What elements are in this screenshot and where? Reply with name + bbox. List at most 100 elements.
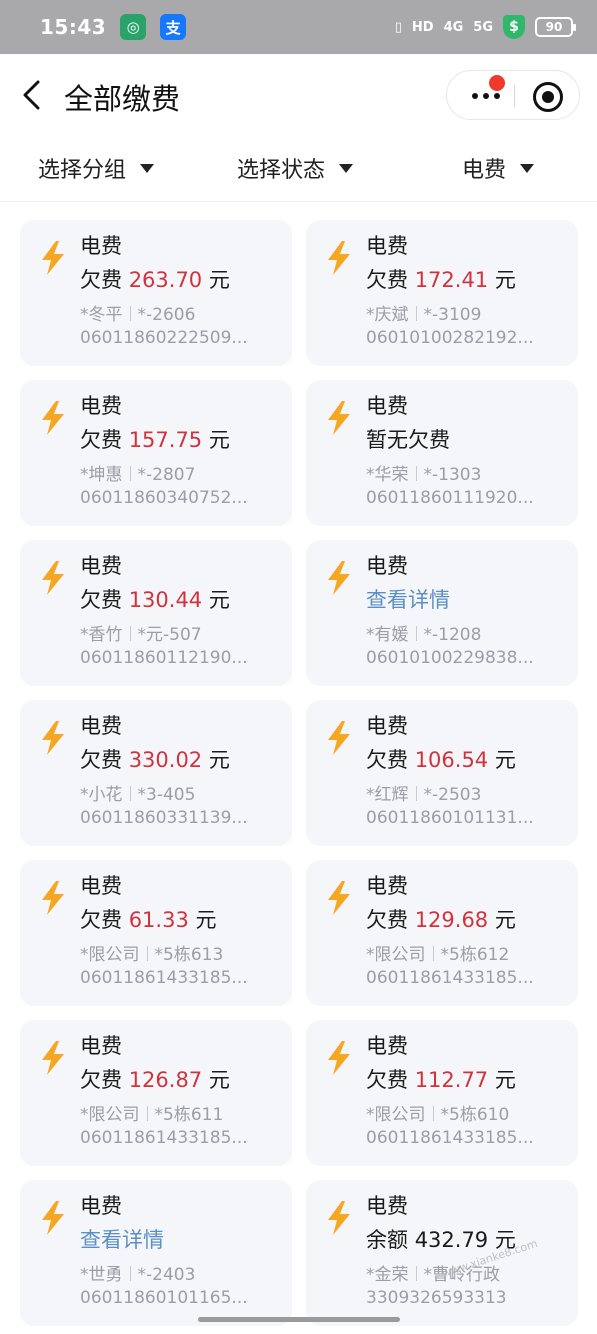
amount-unit: 元	[208, 588, 230, 612]
view-details-link[interactable]: 查看详情	[80, 1224, 164, 1254]
bill-card[interactable]: 电费 余额 432.79 元 *金荣 *曹岭行政 3309326593313	[306, 1180, 578, 1326]
bill-card[interactable]: 电费 欠费 112.77 元 *限公司 *5栋610 06011861433185...	[306, 1020, 578, 1166]
separator	[129, 786, 131, 801]
separator	[415, 306, 417, 321]
dot-icon	[494, 93, 500, 99]
bill-card[interactable]: 电费 欠费 263.70 元 *冬平 *-2606 06011860222509...	[20, 220, 292, 366]
holder-address: *元-507	[137, 625, 202, 645]
amount-due: 欠费 263.70 元	[80, 264, 230, 294]
account-number: 06011860101131...	[366, 808, 534, 828]
account-number: 3309326593313	[366, 1288, 507, 1308]
account-holder-info: *香竹 *元-507	[80, 620, 202, 645]
filter-label: 电费	[462, 158, 507, 183]
lightning-icon	[42, 721, 64, 755]
dot-icon	[483, 93, 489, 99]
holder-address: *5栋610	[440, 1105, 510, 1125]
bill-type: 电费	[366, 1194, 408, 1218]
bill-type: 电费	[366, 874, 408, 898]
holder-name: *香竹	[80, 625, 123, 645]
account-number: 06011861433185...	[80, 1128, 248, 1148]
bill-card[interactable]: 电费 查看详情 *有媛 *-1208 06010100229838...	[306, 540, 578, 686]
account-number: 06011860112190...	[80, 648, 248, 668]
bill-type: 电费	[366, 714, 408, 738]
holder-name: *限公司	[366, 1105, 426, 1125]
amount-due: 欠费 330.02 元	[80, 744, 230, 774]
bill-card[interactable]: 电费 欠费 106.54 元 *红辉 *-2503 06011860101131...	[306, 700, 578, 846]
amount-unit: 元	[208, 268, 230, 292]
filter-status-dropdown[interactable]: 选择状态	[237, 152, 354, 184]
account-holder-info: *限公司 *5栋612	[366, 940, 509, 965]
holder-name: *世勇	[80, 1265, 123, 1285]
filter-type-dropdown[interactable]: 电费	[462, 152, 535, 184]
separator	[129, 466, 131, 481]
home-indicator[interactable]	[198, 1317, 400, 1322]
account-number: 06011860331139...	[80, 808, 248, 828]
lightning-icon	[42, 241, 64, 275]
filter-group-dropdown[interactable]: 选择分组	[38, 152, 155, 184]
holder-address: *5栋611	[154, 1105, 224, 1125]
bill-type: 电费	[80, 394, 122, 418]
bill-card[interactable]: 电费欠费 157.75 元 *坤惠 *-2807 06011860340752...	[20, 380, 292, 526]
account-holder-info: *华荣 *-1303	[366, 460, 481, 485]
bill-type: 电费	[366, 234, 408, 258]
amount-value: 61.33	[128, 908, 189, 932]
bill-type: 电费	[80, 554, 122, 578]
separator	[415, 626, 417, 641]
lightning-icon	[328, 241, 350, 275]
account-number: 06011860101165...	[80, 1288, 248, 1308]
notification-dot	[489, 75, 505, 91]
amount-value: 126.87	[128, 1068, 203, 1092]
account-holder-info: *小花 *3-405	[80, 780, 195, 805]
amount-prefix: 欠费	[80, 588, 122, 612]
bill-card[interactable]: 电费 欠费 130.44 元 *香竹 *元-507 06011860112190...	[20, 540, 292, 686]
status-indicators: ▯ HD 4G 5G $ 90	[395, 15, 576, 39]
account-holder-info: *冬平 *-2606	[80, 300, 195, 325]
lightning-icon	[42, 1041, 64, 1075]
bill-card[interactable]: 电费 欠费 61.33 元 *限公司 *5栋613 06011861433185...	[20, 860, 292, 1006]
amount-value: 157.75	[128, 428, 203, 452]
bill-card[interactable]: 电费 欠费 172.41 元 *庆斌 *-3109 06010100282192...	[306, 220, 578, 366]
holder-name: *有媛	[366, 625, 409, 645]
amount-value: 112.77	[414, 1068, 489, 1092]
caret-down-icon	[140, 163, 155, 173]
view-details-link[interactable]: 查看详情	[366, 584, 450, 614]
bill-card[interactable]: 电费 欠费 129.68 元 *限公司 *5栋612 06011861433185...	[306, 860, 578, 1006]
account-holder-info: *红辉 *-2503	[366, 780, 481, 805]
bill-type: 电费	[80, 874, 122, 898]
bill-card[interactable]: 电费 暂无欠费 *华荣 *-1303 06011860111920...	[306, 380, 578, 526]
holder-name: *金荣	[366, 1265, 409, 1285]
amount-unit: 元	[494, 908, 516, 932]
amount-prefix: 欠费	[80, 748, 122, 772]
dot-icon	[472, 93, 478, 99]
holder-name: *坤惠	[80, 465, 123, 485]
account-number: 06011861433185...	[80, 968, 248, 988]
holder-name: *冬平	[80, 305, 123, 325]
back-arrow-icon[interactable]	[20, 80, 46, 110]
bill-card[interactable]: 电费 欠费 126.87 元 *限公司 *5栋611 06011861433185...	[20, 1020, 292, 1166]
bill-type: 电费	[366, 1034, 408, 1058]
account-holder-info: *坤惠 *-2807	[80, 460, 195, 485]
amount-unit: 元	[494, 268, 516, 292]
caret-down-icon	[339, 163, 354, 173]
holder-address: *-2403	[137, 1265, 196, 1285]
account-number: 06011860340752...	[80, 488, 248, 508]
separator	[415, 1266, 417, 1281]
amount-value: 106.54	[414, 748, 489, 772]
caret-down-icon	[520, 163, 535, 173]
amount-value: 432.79	[414, 1228, 489, 1252]
account-holder-info: *有媛 *-1208	[366, 620, 481, 645]
amount-due: 欠费 157.75 元	[80, 424, 230, 454]
account-holder-info: *限公司 *5栋610	[366, 1100, 509, 1125]
bill-card[interactable]: 电费欠费 330.02 元 *小花 *3-405 06011860331139...	[20, 700, 292, 846]
bill-type: 电费	[80, 714, 122, 738]
holder-name: *庆斌	[366, 305, 409, 325]
close-miniprogram-button[interactable]	[533, 82, 563, 112]
lightning-icon	[42, 561, 64, 595]
bill-card[interactable]: 电费 查看详情 *世勇 *-2403 06011860101165...	[20, 1180, 292, 1326]
amount-due: 欠费 61.33 元	[80, 904, 217, 934]
amount-unit: 元	[208, 428, 230, 452]
account-number: 06010100229838...	[366, 648, 534, 668]
amount-prefix: 欠费	[366, 748, 408, 772]
filter-bar: 选择分组 选择状态 电费	[0, 136, 597, 202]
holder-name: *限公司	[80, 1105, 140, 1125]
